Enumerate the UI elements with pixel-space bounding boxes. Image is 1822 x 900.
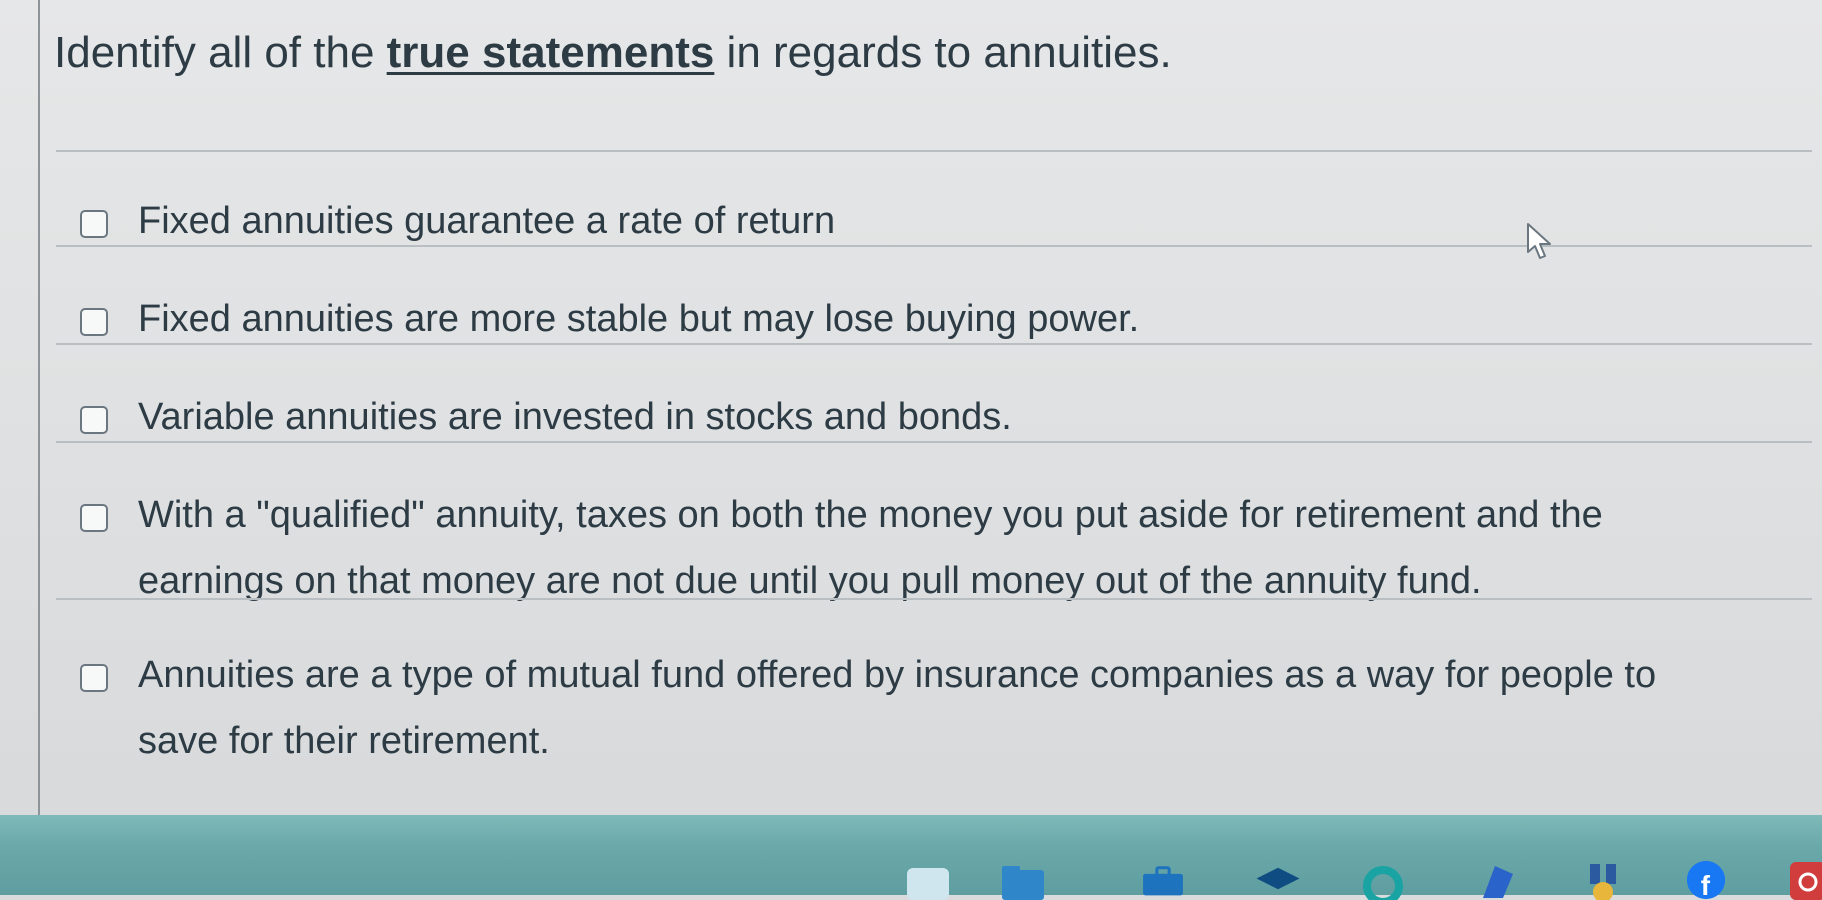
graduation-cap-icon[interactable]	[1255, 860, 1301, 900]
svg-text:f: f	[1701, 870, 1711, 900]
app-icon[interactable]	[905, 860, 951, 900]
facebook-icon[interactable]: f	[1683, 860, 1729, 900]
answer-divider	[56, 598, 1812, 600]
folder-icon[interactable]	[1000, 860, 1046, 900]
circle-app-icon[interactable]	[1360, 860, 1406, 900]
answer-divider	[56, 441, 1812, 443]
question-divider	[56, 150, 1812, 152]
answer-checkbox-2[interactable]	[80, 308, 108, 336]
answer-option-5[interactable]: Annuities are a type of mutual fund offe…	[80, 654, 1780, 774]
answer-option-4[interactable]: With a "qualified" annuity, taxes on bot…	[80, 494, 1780, 614]
answer-checkbox-1[interactable]	[80, 210, 108, 238]
mouse-cursor-icon	[1527, 223, 1551, 259]
settings-icon[interactable]	[1785, 860, 1822, 900]
question-emphasis: true statements	[386, 28, 715, 77]
answer-checkbox-4[interactable]	[80, 504, 108, 532]
answer-divider	[56, 343, 1812, 345]
question-prompt: Identify all of the true statements in r…	[54, 28, 1172, 78]
answer-checkbox-5[interactable]	[80, 664, 108, 692]
question-suffix: in regards to annuities.	[714, 28, 1172, 77]
copilot-icon[interactable]	[1475, 860, 1521, 900]
answer-label-4: With a "qualified" annuity, taxes on bot…	[138, 494, 1603, 602]
screen: Identify all of the true statements in r…	[0, 0, 1822, 900]
answer-checkbox-3[interactable]	[80, 406, 108, 434]
medal-icon[interactable]	[1580, 860, 1626, 900]
answer-label-5: Annuities are a type of mutual fund offe…	[138, 654, 1657, 762]
question-prefix: Identify all of the	[54, 28, 387, 77]
briefcase-icon[interactable]	[1140, 860, 1186, 900]
